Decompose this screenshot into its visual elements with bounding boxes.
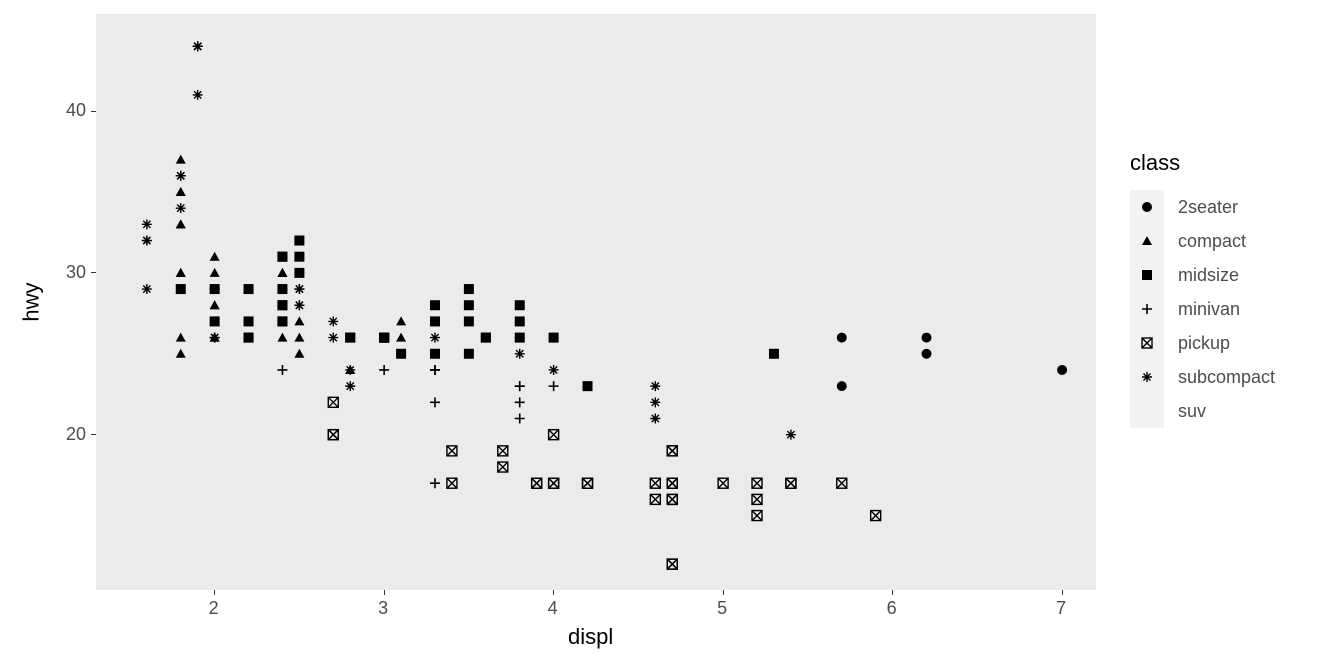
x-tick-label: 5	[717, 598, 727, 619]
x-axis-title: displ	[568, 624, 613, 650]
legend-item-midsize: midsize	[1130, 258, 1275, 292]
legend-label: pickup	[1178, 333, 1230, 354]
legend-label: 2seater	[1178, 197, 1238, 218]
plot-svg	[96, 14, 1096, 590]
legend-item-compact: compact	[1130, 224, 1275, 258]
legend-key-icon	[1130, 258, 1164, 292]
legend-item-subcompact: subcompact	[1130, 360, 1275, 394]
x-tick-label: 7	[1056, 598, 1066, 619]
legend-key-icon	[1130, 292, 1164, 326]
legend-key-icon	[1130, 224, 1164, 258]
legend-item-pickup: pickup	[1130, 326, 1275, 360]
legend-label: compact	[1178, 231, 1246, 252]
legend-item-suv: suv	[1130, 394, 1275, 428]
y-axis-title: hwy	[19, 282, 45, 321]
y-tick-label: 40	[66, 100, 86, 121]
legend-key-icon	[1130, 326, 1164, 360]
legend-item-2seater: 2seater	[1130, 190, 1275, 224]
legend-label: midsize	[1178, 265, 1239, 286]
legend-label: minivan	[1178, 299, 1240, 320]
legend: class 2seater compact midsize minivan pickup…	[1130, 150, 1275, 428]
y-tick-label: 30	[66, 262, 86, 283]
x-tick-label: 2	[209, 598, 219, 619]
legend-key-icon	[1130, 360, 1164, 394]
legend-key-icon	[1130, 190, 1164, 224]
legend-label: suv	[1178, 401, 1206, 422]
x-tick-label: 6	[887, 598, 897, 619]
legend-label: subcompact	[1178, 367, 1275, 388]
legend-key-icon	[1130, 394, 1164, 428]
y-tick-label: 20	[66, 424, 86, 445]
chart-container: hwy displ class 2seater compact midsize min…	[0, 0, 1344, 672]
x-tick-label: 4	[548, 598, 558, 619]
plot-panel	[96, 14, 1096, 590]
legend-item-minivan: minivan	[1130, 292, 1275, 326]
x-tick-label: 3	[378, 598, 388, 619]
legend-title: class	[1130, 150, 1275, 176]
